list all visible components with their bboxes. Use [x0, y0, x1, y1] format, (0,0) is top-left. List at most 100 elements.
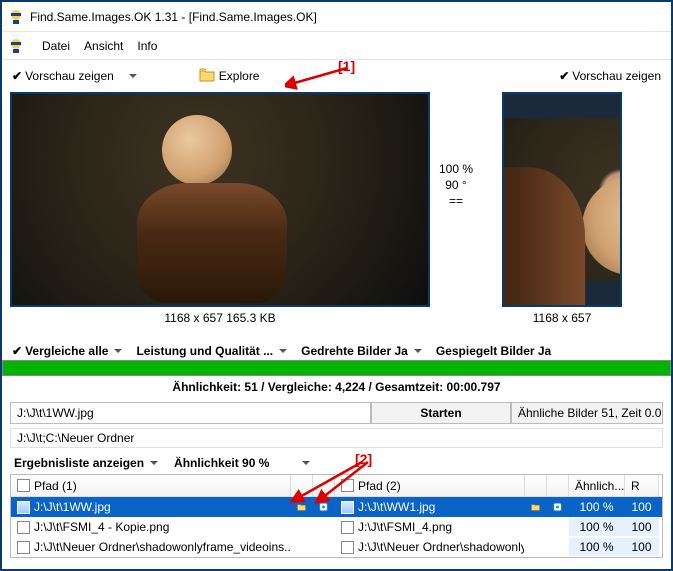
table-row[interactable]: J:\J\t\Neuer Ordner\shadowonlyframe_vide… [11, 537, 662, 557]
rotated-label: Gedrehte Bilder Ja [301, 344, 408, 358]
row-checkbox[interactable] [341, 501, 354, 514]
row-checkbox[interactable] [17, 501, 30, 514]
explore-label: Explore [219, 69, 260, 83]
col-icon1b[interactable] [313, 475, 335, 496]
similarity-filter[interactable]: Ähnlichkeit 90 % [174, 456, 310, 470]
cell-path2: J:\J\t\WW1.jpg [358, 500, 435, 514]
status-line: Ähnlichkeit: 51 / Vergleiche: 4,224 / Ge… [2, 376, 671, 400]
compare-all-label: Vergleiche alle [25, 344, 108, 358]
show-results-filter[interactable]: Ergebnisliste anzeigen [14, 456, 158, 470]
cell-r: 100 [625, 498, 659, 516]
cell-r: 100 [625, 518, 659, 536]
open-folder-1[interactable] [291, 499, 313, 515]
start-button[interactable]: Starten [372, 403, 512, 423]
show-preview-right-label: Vorschau zeigen [572, 69, 661, 83]
header-checkbox-2[interactable] [341, 479, 354, 492]
preview-toolbar: ✔ Vorschau zeigen Explore ✔ Vorschau zei… [2, 60, 671, 88]
wonder-woman-image-rotated [502, 118, 622, 280]
similarity-label: Ähnlichkeit 90 % [174, 456, 269, 470]
folder-icon [199, 68, 215, 85]
chevron-down-icon [150, 461, 158, 465]
preview-right-column: 1168 x 657 [502, 92, 622, 325]
preview-right-image[interactable] [502, 92, 622, 307]
cell-path2: J:\J\t\FSMI_4.png [358, 520, 452, 534]
cell-similar: 100 % [569, 538, 625, 556]
mirrored-images-option[interactable]: Gespiegelt Bilder Ja [436, 344, 551, 358]
open-viewer-1[interactable] [313, 499, 335, 515]
show-preview-right-toggle[interactable]: ✔ Vorschau zeigen [559, 69, 661, 83]
col-icon2b[interactable] [547, 475, 569, 496]
col-icon2[interactable] [525, 475, 547, 496]
show-results-label: Ergebnisliste anzeigen [14, 456, 144, 470]
preview-right-pane: 1168 x 657 [502, 92, 622, 325]
performance-quality-option[interactable]: Leistung und Qualität ... [136, 344, 287, 358]
path-row: J:\J\t\1WW.jpg Starten Ähnliche Bilder 5… [10, 402, 663, 424]
row-checkbox[interactable] [341, 521, 354, 534]
cell-path2: J:\J\t\Neuer Ordner\shadowonlyframe_vide… [358, 540, 525, 554]
path-input-1[interactable]: J:\J\t\1WW.jpg [11, 403, 372, 423]
open-icon [553, 501, 562, 513]
app-icon-small [8, 38, 24, 54]
col-icon1[interactable] [291, 475, 313, 496]
col-path2-label: Pfad (2) [358, 479, 401, 493]
compare-percent: 100 % [439, 162, 473, 176]
check-icon: ✔ [12, 344, 22, 358]
table-row[interactable]: J:\J\t\1WW.jpg J:\J\t\WW1.jpg 100 % 100 [11, 497, 662, 517]
open-folder-2[interactable] [525, 499, 547, 515]
wonder-woman-image [12, 94, 428, 305]
menu-file[interactable]: Datei [42, 39, 70, 53]
col-path1-label: Pfad (1) [34, 479, 77, 493]
row-checkbox[interactable] [17, 521, 30, 534]
open-viewer-2[interactable] [547, 499, 569, 515]
folder-icon [531, 501, 540, 513]
chevron-down-icon [302, 461, 310, 465]
cell-path1: J:\J\t\1WW.jpg [34, 500, 111, 514]
preview-row: 1168 x 657 165.3 KB 100 % 90 ° == 1168 x… [2, 88, 671, 338]
header-checkbox-1[interactable] [17, 479, 30, 492]
col-similar[interactable]: Ähnlich... [569, 475, 625, 496]
explore-button[interactable]: Explore [199, 68, 260, 85]
check-icon: ✔ [12, 69, 22, 83]
chevron-down-icon [129, 74, 137, 78]
menu-view[interactable]: Ansicht [84, 39, 123, 53]
preview-left-pane: 1168 x 657 165.3 KB [10, 92, 430, 325]
menu-info[interactable]: Info [137, 39, 157, 53]
show-preview-left-toggle[interactable]: ✔ Vorschau zeigen [12, 69, 114, 83]
compare-eq: == [449, 194, 463, 208]
grid-header: Pfad (1) Pfad (2) Ähnlich... R [11, 475, 662, 497]
chevron-down-icon [279, 349, 287, 353]
rotated-images-option[interactable]: Gedrehte Bilder Ja [301, 344, 422, 358]
show-preview-left-dropdown[interactable] [122, 69, 141, 83]
window-title: Find.Same.Images.OK 1.31 - [Find.Same.Im… [30, 10, 317, 24]
chevron-down-icon [114, 349, 122, 353]
preview-left-caption: 1168 x 657 165.3 KB [164, 311, 275, 325]
filter-bar: Ergebnisliste anzeigen Ähnlichkeit 90 % [2, 452, 671, 474]
row-checkbox[interactable] [341, 541, 354, 554]
options-bar: ✔ Vergleiche alle Leistung und Qualität … [2, 338, 671, 360]
preview-right-caption: 1168 x 657 [533, 311, 592, 325]
col-r-label: R [631, 479, 640, 493]
path-input-2[interactable]: J:\J\t;C:\Neuer Ordner [10, 428, 663, 448]
col-path1[interactable]: Pfad (1) [11, 475, 291, 496]
col-path2[interactable]: Pfad (2) [335, 475, 525, 496]
table-row[interactable]: J:\J\t\FSMI_4 - Kopie.png J:\J\t\FSMI_4.… [11, 517, 662, 537]
col-r[interactable]: R [625, 475, 659, 496]
cell-similar: 100 % [569, 498, 625, 516]
progress-wrap [2, 360, 671, 376]
mirrored-label: Gespiegelt Bilder Ja [436, 344, 551, 358]
show-preview-left-label: Vorschau zeigen [25, 69, 114, 83]
folder-icon [297, 501, 306, 513]
results-grid: Pfad (1) Pfad (2) Ähnlich... R J:\J\t\1W… [10, 474, 663, 558]
compare-all-option[interactable]: ✔ Vergleiche alle [12, 344, 122, 358]
perf-quality-label: Leistung und Qualität ... [136, 344, 273, 358]
col-similar-label: Ähnlich... [575, 479, 624, 493]
menu-bar: Datei Ansicht Info [2, 32, 671, 60]
cell-path1: J:\J\t\FSMI_4 - Kopie.png [34, 520, 169, 534]
result-summary: Ähnliche Bilder 51, Zeit 0.0 [512, 403, 662, 423]
row-checkbox[interactable] [17, 541, 30, 554]
app-icon [8, 9, 24, 25]
title-bar: Find.Same.Images.OK 1.31 - [Find.Same.Im… [2, 2, 671, 32]
cell-path1: J:\J\t\Neuer Ordner\shadowonlyframe_vide… [34, 540, 291, 554]
preview-left-image[interactable] [10, 92, 430, 307]
compare-info: 100 % 90 ° == [430, 92, 482, 208]
